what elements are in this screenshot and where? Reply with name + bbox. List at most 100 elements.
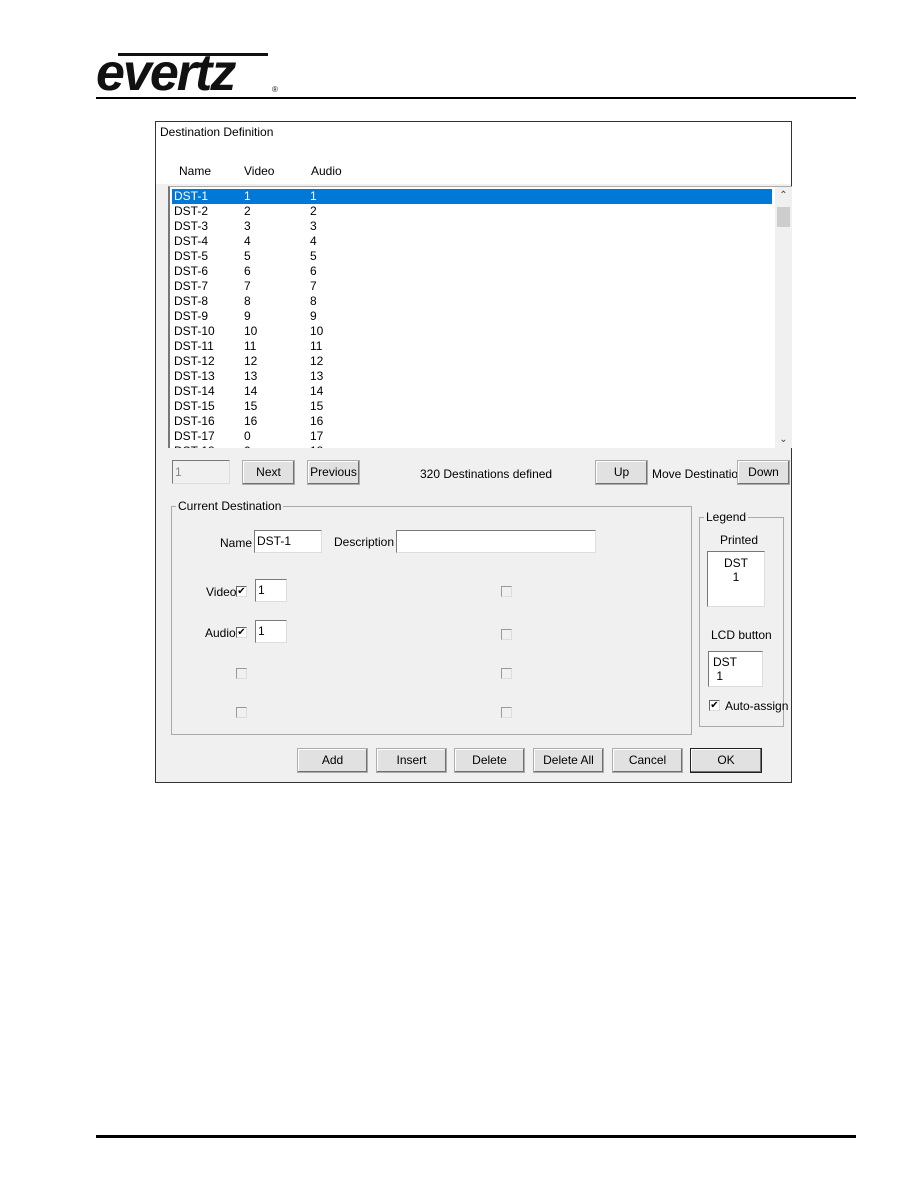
destination-row[interactable]: DST-13 13 13: [172, 369, 772, 384]
cell-name: DST-7: [174, 279, 209, 293]
cell-name: DST-9: [174, 309, 209, 323]
cell-audio: 10: [310, 324, 324, 338]
cell-audio: 11: [310, 339, 323, 353]
destination-row[interactable]: DST-14 14 14: [172, 384, 772, 399]
video-label: Video: [206, 585, 237, 599]
header-rule: [96, 97, 856, 99]
description-input[interactable]: [396, 530, 596, 553]
cell-name: DST-6: [174, 264, 209, 278]
dialog-title: Destination Definition: [160, 125, 274, 139]
registered-mark: ®: [272, 85, 278, 94]
cancel-button[interactable]: Cancel: [612, 748, 683, 773]
lcd-legend-box[interactable]: DST 1: [708, 651, 763, 687]
name-label: Name: [220, 536, 253, 550]
extra-checkbox-right-4: [501, 707, 512, 718]
description-label: Description: [334, 535, 395, 549]
title-bar: Destination Definition: [156, 122, 791, 144]
cell-audio: 14: [310, 384, 324, 398]
cell-video: 9: [244, 309, 251, 323]
cell-video: 6: [244, 264, 251, 278]
extra-checkbox-right-1: [501, 586, 512, 597]
destination-row[interactable]: DST-1 1 1: [172, 189, 772, 204]
cell-video: 1: [244, 189, 251, 203]
destination-row[interactable]: DST-12 12 12: [172, 354, 772, 369]
scroll-down-icon[interactable]: ⌄: [775, 431, 792, 448]
check-icon: ✔: [710, 700, 719, 711]
destination-row[interactable]: DST-17 0 17: [172, 429, 772, 444]
destination-row[interactable]: DST-7 7 7: [172, 279, 772, 294]
cell-name: DST-17: [174, 429, 215, 443]
cell-video: 11: [244, 339, 257, 353]
legend-label: Legend: [704, 510, 749, 524]
destination-row[interactable]: DST-8 8 8: [172, 294, 772, 309]
footer-rule: [96, 1135, 856, 1138]
cell-name: DST-8: [174, 294, 209, 308]
cell-name: DST-14: [174, 384, 215, 398]
destination-row[interactable]: DST-5 5 5: [172, 249, 772, 264]
ok-button[interactable]: OK: [690, 748, 762, 773]
destination-row[interactable]: DST-15 15 15: [172, 399, 772, 414]
destination-row[interactable]: DST-3 3 3: [172, 219, 772, 234]
check-icon: ✔: [237, 627, 246, 638]
video-input[interactable]: 1: [255, 579, 287, 602]
current-destination-label: Current Destination: [176, 499, 284, 513]
cell-video: 12: [244, 354, 258, 368]
destination-row[interactable]: DST-6 6 6: [172, 264, 772, 279]
destinations-count: 320 Destinations defined: [420, 467, 553, 481]
extra-checkbox-right-2: [501, 629, 512, 640]
cell-name: DST-3: [174, 219, 209, 233]
cell-video: 0: [244, 444, 251, 448]
cell-name: DST-13: [174, 369, 215, 383]
destination-row[interactable]: DST-18 0 18: [172, 444, 772, 448]
cell-audio: 13: [310, 369, 324, 383]
cell-video: 3: [244, 219, 251, 233]
destination-row[interactable]: DST-4 4 4: [172, 234, 772, 249]
name-input[interactable]: DST-1: [254, 530, 322, 553]
destination-row[interactable]: DST-10 10 10: [172, 324, 772, 339]
destination-list[interactable]: DST-1 1 1 DST-2 2 2 DST-3 3 3 DST-4 4 4 DST-5 5 5 DST-6…: [168, 186, 792, 448]
destination-row[interactable]: DST-9 9 9: [172, 309, 772, 324]
auto-assign-label: Auto-assign: [725, 699, 789, 713]
index-field[interactable]: 1: [172, 460, 230, 484]
destination-row[interactable]: DST-11 11 11: [172, 339, 772, 354]
extra-checkbox-left-4: [236, 707, 247, 718]
cell-audio: 2: [310, 204, 317, 218]
column-header-name[interactable]: Name: [179, 164, 211, 178]
cell-audio: 6: [310, 264, 317, 278]
insert-button[interactable]: Insert: [376, 748, 447, 773]
cell-audio: 16: [310, 414, 324, 428]
column-header-audio[interactable]: Audio: [311, 164, 342, 178]
cell-audio: 17: [310, 429, 324, 443]
delete-all-button[interactable]: Delete All: [533, 748, 604, 773]
destination-row[interactable]: DST-2 2 2: [172, 204, 772, 219]
next-button[interactable]: Next: [242, 460, 295, 485]
add-button[interactable]: Add: [297, 748, 368, 773]
check-icon: ✔: [237, 586, 246, 597]
lcd-button-label: LCD button: [711, 628, 772, 642]
printed-legend-box[interactable]: DST 1: [707, 551, 765, 607]
scroll-thumb[interactable]: [777, 207, 790, 227]
audio-checkbox[interactable]: ✔: [236, 627, 247, 638]
destination-row[interactable]: DST-16 16 16: [172, 414, 772, 429]
cell-name: DST-10: [174, 324, 215, 338]
move-destination-label: Move Destination: [652, 467, 745, 481]
list-scrollbar[interactable]: ⌃ ⌄: [775, 187, 792, 448]
legend-group: [699, 517, 784, 727]
cell-video: 14: [244, 384, 258, 398]
previous-button[interactable]: Previous: [307, 460, 360, 485]
video-checkbox[interactable]: ✔: [236, 586, 247, 597]
cell-video: 5: [244, 249, 251, 263]
move-up-button[interactable]: Up: [595, 460, 648, 485]
move-down-button[interactable]: Down: [737, 460, 790, 485]
cell-audio: 3: [310, 219, 317, 233]
column-header-video[interactable]: Video: [244, 164, 274, 178]
cell-audio: 15: [310, 399, 324, 413]
cell-audio: 7: [310, 279, 317, 293]
cell-video: 4: [244, 234, 251, 248]
cell-name: DST-12: [174, 354, 215, 368]
auto-assign-checkbox[interactable]: ✔: [709, 700, 720, 711]
delete-button[interactable]: Delete: [454, 748, 525, 773]
cell-video: 2: [244, 204, 251, 218]
scroll-up-icon[interactable]: ⌃: [775, 187, 792, 204]
audio-input[interactable]: 1: [255, 620, 287, 643]
